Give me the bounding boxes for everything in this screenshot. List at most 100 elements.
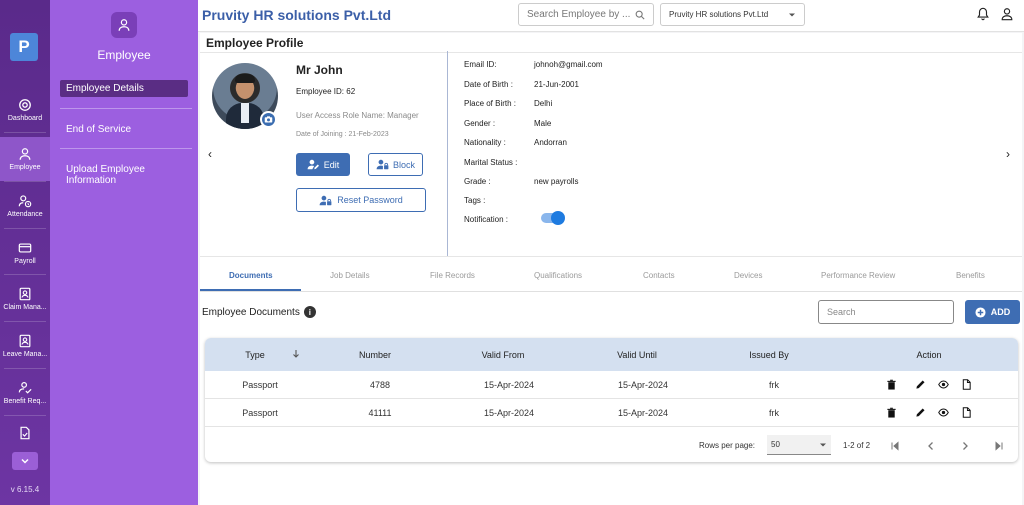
rail-item-benefit-request[interactable]: Benefit Req... xyxy=(0,371,50,415)
cell-valid-from: 15-Apr-2024 xyxy=(483,380,535,390)
delete-icon[interactable] xyxy=(886,379,897,390)
date-of-joining: Date of Joining : 21-Feb-2023 xyxy=(296,131,389,138)
benefit-icon xyxy=(18,382,32,394)
reset-password-button[interactable]: Reset Password xyxy=(296,188,426,212)
pob-value: Delhi xyxy=(534,99,553,108)
rail-item-claim-management[interactable]: Claim Mana... xyxy=(0,277,50,321)
column-header-issued-by[interactable]: Issued By xyxy=(749,350,789,360)
company-brand: Pruvity HR solutions Pvt.Ltd xyxy=(202,7,392,23)
notification-toggle[interactable] xyxy=(541,211,565,225)
company-select[interactable]: Pruvity HR solutions Pvt.Ltd xyxy=(660,3,805,26)
reset-password-label: Reset Password xyxy=(337,195,403,205)
rows-per-page-label: Rows per page: xyxy=(699,441,756,450)
block-button[interactable]: Block xyxy=(368,153,423,176)
rail-item-leave-management[interactable]: Leave Mana... xyxy=(0,324,50,368)
last-page-icon[interactable] xyxy=(994,441,1004,451)
leave-icon xyxy=(19,334,31,348)
rail-divider xyxy=(4,368,46,369)
employee-section-icon xyxy=(111,12,137,38)
rows-per-page-value: 50 xyxy=(771,440,780,449)
cell-issued-by: frk xyxy=(769,408,779,418)
employee-name: Mr John xyxy=(296,63,343,77)
column-header-type[interactable]: Type xyxy=(245,350,265,360)
camera-icon xyxy=(264,116,273,123)
user-edit-icon xyxy=(307,159,319,170)
employee-search-placeholder: Search Employee by ... xyxy=(527,9,631,20)
next-page-icon[interactable] xyxy=(960,441,970,451)
column-header-number[interactable]: Number xyxy=(359,350,391,360)
rail-expand-button[interactable] xyxy=(12,452,38,470)
gender-value: Male xyxy=(534,119,552,128)
tab-devices[interactable]: Devices xyxy=(734,271,762,280)
rail-item-document[interactable] xyxy=(0,418,50,448)
pob-label: Place of Birth : xyxy=(464,99,517,108)
rail-item-dashboard[interactable]: Dashboard xyxy=(0,88,50,132)
tab-benefits[interactable]: Benefits xyxy=(956,271,985,280)
top-bar: Pruvity HR solutions Pvt.Ltd Search Empl… xyxy=(198,0,1024,32)
subnav-item-upload-employee-information[interactable]: Upload Employee Information xyxy=(60,161,188,189)
left-rail: P Dashboard Employee Attendance Payroll … xyxy=(0,0,50,505)
tab-file-records[interactable]: File Records xyxy=(430,271,475,280)
subnav-title: Employee xyxy=(97,48,151,62)
rail-divider xyxy=(4,181,46,182)
company-select-value: Pruvity HR solutions Pvt.Ltd xyxy=(669,10,769,19)
tab-documents[interactable]: Documents xyxy=(229,271,273,280)
delete-icon[interactable] xyxy=(886,407,897,418)
info-icon[interactable]: i xyxy=(303,306,316,318)
cell-number: 41111 xyxy=(368,408,392,418)
rail-label: Payroll xyxy=(14,258,36,265)
edit-button[interactable]: Edit xyxy=(296,153,350,176)
column-header-valid-until[interactable]: Valid Until xyxy=(617,350,657,360)
rail-item-employee[interactable]: Employee xyxy=(0,137,50,181)
attendance-icon xyxy=(18,195,32,208)
bell-icon[interactable] xyxy=(976,7,990,21)
subnav-item-end-of-service[interactable]: End of Service xyxy=(60,121,188,138)
tab-qualifications[interactable]: Qualifications xyxy=(534,271,582,280)
nationality-label: Nationality : xyxy=(464,138,506,147)
grade-value: new payrolls xyxy=(534,177,579,186)
employee-subnav: Employee Employee Details End of Service… xyxy=(50,0,198,505)
subnav-item-employee-details[interactable]: Employee Details xyxy=(60,80,188,97)
photo-shirt xyxy=(241,103,249,123)
first-page-icon[interactable] xyxy=(890,441,900,451)
document-icon[interactable] xyxy=(961,379,972,390)
sort-arrow-down-icon[interactable] xyxy=(292,349,300,359)
user-icon[interactable] xyxy=(1000,7,1014,21)
rail-divider xyxy=(4,415,46,416)
page-title: Employee Profile xyxy=(206,36,304,50)
employee-search-input[interactable]: Search Employee by ... xyxy=(518,3,654,26)
rail-label: Claim Mana... xyxy=(3,304,47,311)
access-role: User Access Role Name: Manager xyxy=(296,111,419,120)
documents-search-placeholder: Search xyxy=(827,307,856,317)
dashboard-icon xyxy=(19,99,31,111)
tags-label: Tags : xyxy=(464,196,486,205)
change-photo-button[interactable] xyxy=(260,111,277,128)
rail-item-payroll[interactable]: Payroll xyxy=(0,231,50,275)
rail-label: Dashboard xyxy=(7,115,43,122)
column-header-valid-from[interactable]: Valid From xyxy=(482,350,525,360)
next-employee-arrow[interactable]: › xyxy=(1006,147,1010,161)
edit-pencil-icon[interactable] xyxy=(915,379,926,390)
email-label: Email ID: xyxy=(464,60,497,69)
view-eye-icon[interactable] xyxy=(938,379,949,390)
previous-employee-arrow[interactable]: ‹ xyxy=(208,147,212,161)
add-document-button[interactable]: ADD xyxy=(965,300,1020,324)
rail-divider xyxy=(4,132,46,133)
rail-label: Leave Mana... xyxy=(2,351,48,358)
app-version: v 6.15.4 xyxy=(10,485,40,494)
cell-valid-until: 15-Apr-2024 xyxy=(617,380,669,390)
previous-page-icon[interactable] xyxy=(926,441,936,451)
tab-job-details[interactable]: Job Details xyxy=(330,271,370,280)
view-eye-icon[interactable] xyxy=(938,407,949,418)
photo-hair xyxy=(235,74,255,83)
app-logo[interactable]: P xyxy=(10,33,38,61)
rows-per-page-select[interactable]: 50 xyxy=(767,435,831,455)
edit-pencil-icon[interactable] xyxy=(915,407,926,418)
subnav-divider xyxy=(60,148,192,149)
tab-performance-review[interactable]: Performance Review xyxy=(821,271,895,280)
document-icon[interactable] xyxy=(961,407,972,418)
rail-item-attendance[interactable]: Attendance xyxy=(0,184,50,228)
documents-search-input[interactable]: Search xyxy=(818,300,954,324)
claim-icon xyxy=(19,287,31,301)
tab-contacts[interactable]: Contacts xyxy=(643,271,675,280)
